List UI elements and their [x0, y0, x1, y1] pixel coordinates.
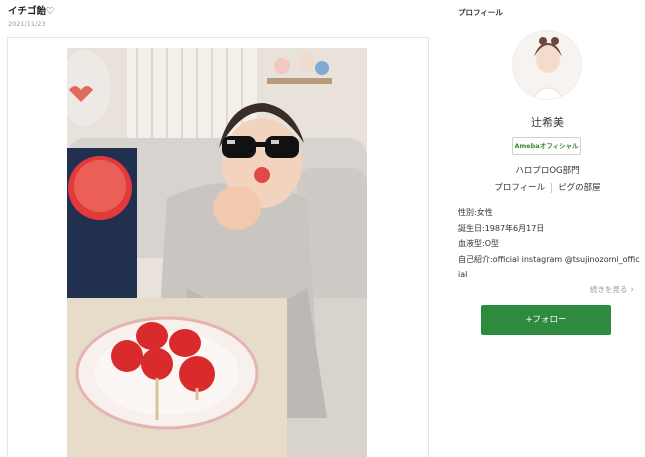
pigg-room-link[interactable]: ピグの部屋 [558, 183, 601, 193]
post-date: 2021/11/23 [8, 20, 46, 28]
blog-page: イチゴ飴♡ 2021/11/23 プロフィール 辻希美 Amebaオフィシャル … [0, 0, 645, 457]
info-birthday: 誕生日:1987年6月17日 [458, 223, 545, 233]
link-divider [551, 182, 553, 193]
read-more-link[interactable]: 続きを見る › [590, 284, 634, 295]
profile-name[interactable]: 辻希美 [450, 114, 645, 130]
info-gender: 性別:女性 [458, 208, 493, 217]
avatar[interactable] [512, 30, 582, 100]
article: イチゴ飴♡ 2021/11/23 [0, 0, 440, 457]
info-blood-type: 血液型:O型 [458, 239, 499, 248]
follow-button[interactable]: +フォロー [481, 305, 611, 335]
profile-info: 性別:女性 誕生日:1987年6月17日 血液型:O型 自己紹介:officia… [458, 205, 640, 283]
official-badge: Amebaオフィシャル [512, 137, 581, 155]
profile-link[interactable]: プロフィール [494, 183, 545, 193]
post-title[interactable]: イチゴ飴♡ [8, 3, 55, 17]
read-more-label: 続きを見る [589, 285, 628, 294]
info-bio: 自己紹介:official instagram @tsujinozomi_off… [458, 254, 640, 280]
post-photo[interactable] [67, 48, 367, 457]
group-name[interactable]: ハロプロOG部門 [450, 164, 645, 176]
avatar-image [513, 31, 581, 99]
profile-heading: プロフィール [458, 8, 503, 17]
post-photo-illustration [67, 48, 367, 457]
chevron-right-icon: › [630, 285, 634, 295]
profile-sidebar: プロフィール 辻希美 Amebaオフィシャル ハロプロOG部門 プロフィールピグ… [450, 0, 645, 457]
profile-links: プロフィール ピグの部屋 [450, 181, 645, 193]
